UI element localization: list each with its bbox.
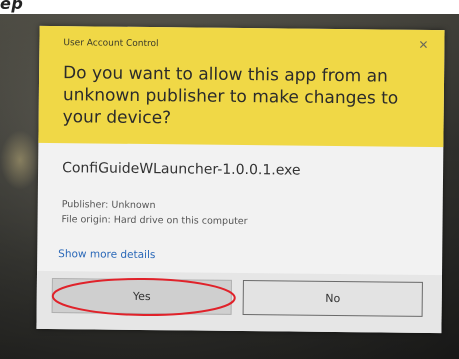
top-white-strip: ep [0,0,459,14]
no-button[interactable]: No [242,280,423,317]
show-more-details-link[interactable]: Show more details [58,248,155,261]
background-glow [0,130,40,190]
yes-button[interactable]: Yes [51,278,232,315]
publisher-text: Publisher: Unknown [61,199,156,212]
cropped-caption-text: ep [0,0,24,13]
dialog-header: User Account Control ✕ Do you want to al… [38,25,445,148]
close-icon[interactable]: ✕ [416,38,430,52]
prompt-question: Do you want to allow this app from an un… [62,63,399,129]
uac-dialog: User Account Control ✕ Do you want to al… [36,25,445,334]
app-name: ConfiGuideWLauncher-1.0.0.1.exe [62,160,301,179]
photo-of-screen: ep User Account Control ✕ Do you want to… [0,0,459,359]
dialog-title: User Account Control [63,38,159,50]
file-origin-text: File origin: Hard drive on this computer [61,214,248,228]
